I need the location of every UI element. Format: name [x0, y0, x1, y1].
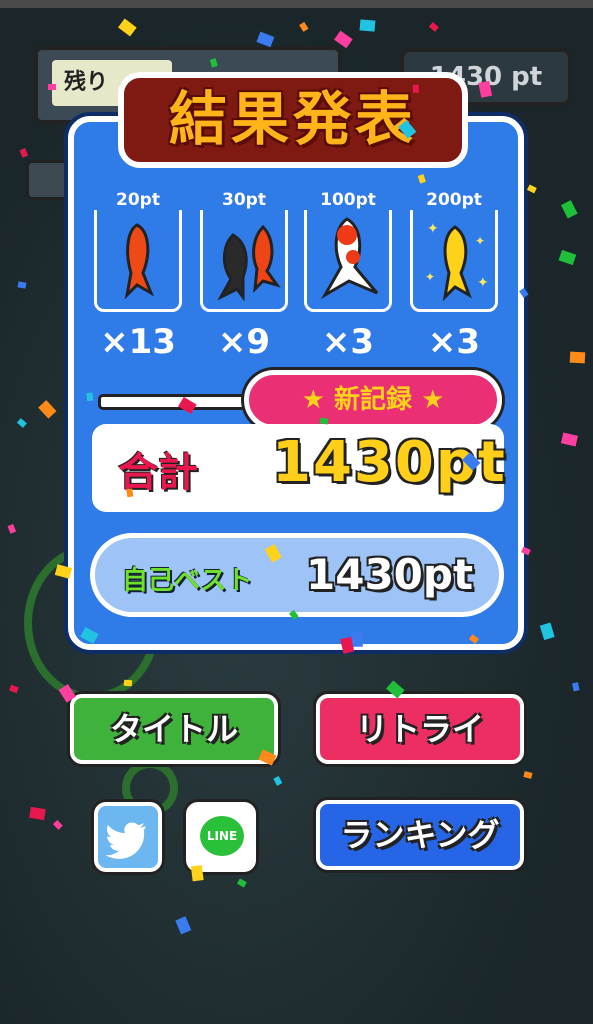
confetti-piece	[86, 392, 94, 402]
confetti-piece	[123, 679, 133, 686]
title-button[interactable]: タイトル	[70, 694, 278, 764]
twitter-bird-icon	[105, 822, 146, 859]
svg-text:✦: ✦	[477, 275, 489, 291]
svg-text:✦: ✦	[475, 234, 485, 248]
fish-card-1-points: 20pt	[94, 190, 182, 210]
new-record-label: 新記録	[333, 385, 412, 415]
fish-card-3-count: ×3	[321, 322, 375, 362]
fish-card-4-points: 200pt	[410, 190, 498, 210]
confetti-piece	[126, 488, 134, 498]
confetti-piece	[569, 351, 586, 363]
ranking-button[interactable]: ランキング	[316, 800, 524, 870]
svg-text:✦: ✦	[427, 221, 439, 237]
fish-card-4: ✦ ✦ ✦ ✦	[410, 198, 498, 312]
confetti-piece	[29, 806, 46, 820]
golden-goldfish-icon: ✦ ✦ ✦ ✦	[425, 221, 489, 302]
fish-card-2	[200, 198, 288, 312]
line-share-button[interactable]: LINE	[186, 802, 256, 872]
twitter-share-button[interactable]	[94, 802, 162, 872]
confetti-piece	[352, 631, 363, 647]
confetti-piece	[17, 281, 27, 289]
retry-button[interactable]: リトライ	[316, 694, 524, 764]
fish-card-1	[94, 198, 182, 312]
new-record-badge: ★ 新記録 ★	[244, 370, 502, 430]
star-icon: ★	[301, 385, 325, 415]
best-label: 自己ベスト	[122, 566, 253, 596]
star-icon: ★	[421, 385, 445, 415]
fish-card-3	[304, 198, 392, 312]
confetti-piece	[359, 19, 376, 32]
fish-card-4-count: ×3	[427, 322, 481, 362]
confetti-piece	[413, 84, 419, 93]
fish-card-1-count: ×13	[100, 322, 176, 362]
top-bar	[0, 0, 593, 8]
best-value: 1430pt	[306, 550, 474, 599]
white-red-goldfish-icon	[320, 217, 379, 300]
red-goldfish-icon	[124, 223, 154, 300]
black-red-goldfish-icon	[217, 224, 281, 302]
svg-text:✦: ✦	[425, 270, 435, 284]
confetti-piece	[48, 84, 56, 90]
fish-card-2-count: ×9	[217, 322, 271, 362]
fish-card-2-points: 30pt	[200, 190, 288, 210]
confetti-piece	[191, 865, 204, 882]
confetti-piece	[319, 417, 329, 425]
fish-card-3-points: 100pt	[304, 190, 392, 210]
record-divider	[98, 394, 254, 410]
line-logo: LINE	[200, 816, 244, 856]
